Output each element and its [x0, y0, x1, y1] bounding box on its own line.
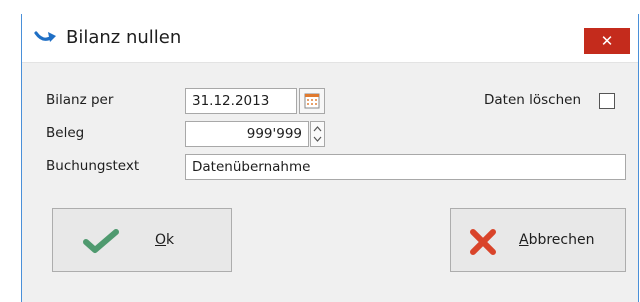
cancel-label: Abbrechen: [519, 232, 595, 248]
checkmark-icon: [83, 229, 119, 253]
window-title: Bilanz nullen: [66, 27, 182, 48]
daten-loeschen-label: Daten löschen: [484, 92, 581, 108]
cancel-button[interactable]: Abbrechen: [450, 208, 626, 272]
beleg-spinner[interactable]: [310, 121, 325, 147]
close-icon: ✕: [600, 32, 614, 50]
daten-loeschen-checkbox[interactable]: [599, 93, 615, 109]
cross-icon: [470, 229, 496, 255]
close-button[interactable]: ✕: [584, 28, 630, 54]
ok-label: Ok: [155, 232, 175, 248]
beleg-input[interactable]: 999'999: [185, 121, 309, 147]
calendar-button[interactable]: [299, 88, 325, 114]
beleg-label: Beleg: [46, 125, 85, 141]
dialog-window: Bilanz nullen ✕ Bilanz per 31.12.2013 Da…: [21, 14, 639, 302]
title-bar[interactable]: Bilanz nullen ✕: [22, 14, 638, 62]
buchungstext-label: Buchungstext: [46, 158, 140, 174]
calendar-icon: [304, 93, 320, 109]
bilanz-per-date-input[interactable]: 31.12.2013: [185, 88, 297, 114]
buchungstext-input[interactable]: Datenübernahme: [185, 154, 626, 180]
spinner-arrows-icon: [313, 126, 322, 142]
bilanz-per-label: Bilanz per: [46, 92, 114, 108]
dialog-content: Bilanz per 31.12.2013 Daten löschen Bele…: [22, 62, 638, 302]
ok-button[interactable]: Ok: [52, 208, 232, 272]
arrow-icon: [34, 31, 56, 42]
